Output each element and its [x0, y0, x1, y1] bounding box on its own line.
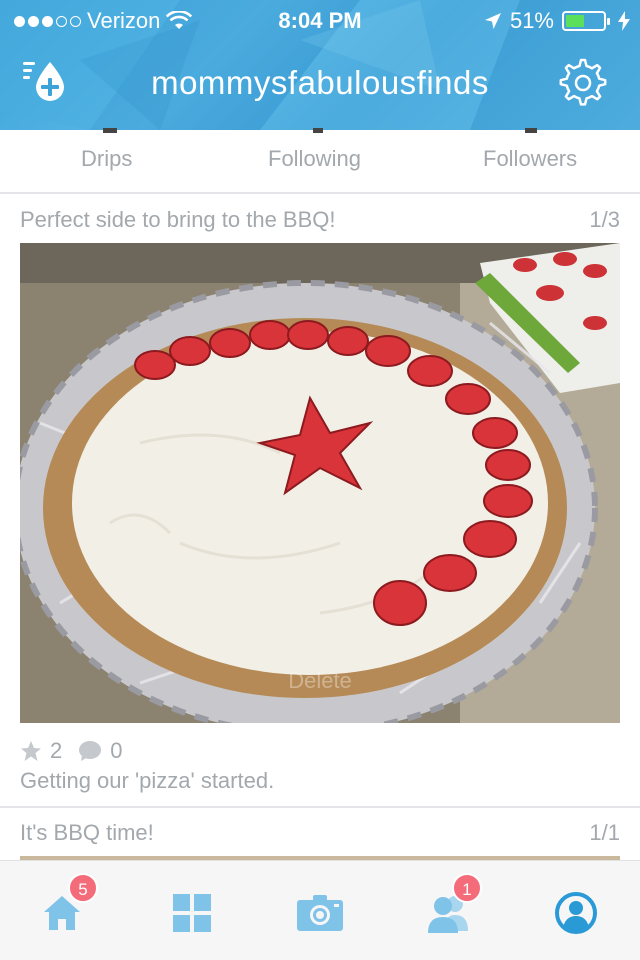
home-badge: 5	[68, 873, 98, 903]
profile-icon	[555, 892, 597, 934]
post-title: Perfect side to bring to the BBQ!	[20, 207, 336, 232]
settings-button[interactable]	[556, 56, 610, 110]
post-header-2: It's BBQ time! 1/1	[20, 820, 620, 846]
location-arrow-icon	[484, 13, 501, 29]
post-image-counter: 1/3	[589, 207, 620, 232]
status-right: 51%	[484, 8, 630, 34]
star-icon[interactable]	[20, 740, 42, 762]
post-image-counter-2: 1/1	[589, 820, 620, 845]
tab-followers[interactable]: Followers	[483, 146, 577, 172]
grid-icon	[173, 894, 211, 932]
tab-explore[interactable]	[162, 883, 222, 943]
nav-bar: mommysfabulousfinds	[0, 44, 640, 124]
post-header: Perfect side to bring to the BBQ! 1/3	[20, 207, 620, 233]
comment-count: 0	[110, 738, 123, 763]
tab-camera[interactable]	[290, 883, 350, 943]
battery-percent: 51%	[509, 8, 554, 33]
post-photo[interactable]: Delete	[20, 243, 620, 723]
comment-icon[interactable]	[78, 740, 102, 762]
tab-bar: 5 1	[0, 860, 640, 960]
camera-icon	[297, 895, 343, 931]
post-meta: 2 0	[20, 738, 123, 764]
tab-following[interactable]: Following	[268, 146, 361, 172]
post-caption: Getting our 'pizza' started.	[20, 768, 275, 793]
photo-overlay-label: Delete	[288, 668, 352, 693]
post-title-2: It's BBQ time!	[20, 820, 154, 845]
charging-bolt-icon	[618, 11, 630, 31]
page-title: mommysfabulousfinds	[151, 64, 489, 101]
fruit-pizza-photo: Delete	[20, 243, 620, 723]
gear-icon	[559, 58, 607, 106]
tab-drips[interactable]: Drips	[81, 146, 132, 172]
battery-icon	[562, 11, 610, 31]
tab-home[interactable]: 5	[32, 873, 98, 943]
app-header: Verizon 8:04 PM 51% mommysfabulousfinds	[0, 0, 640, 130]
status-bar: Verizon 8:04 PM 51%	[0, 0, 640, 40]
scrolled-counts-remnant	[0, 128, 640, 134]
star-count: 2	[50, 738, 63, 763]
tab-profile[interactable]	[546, 883, 606, 943]
post-divider	[0, 806, 640, 808]
profile-tabs: Drips Following Followers	[0, 128, 640, 194]
friends-badge: 1	[452, 873, 482, 903]
tab-friends[interactable]: 1	[418, 873, 482, 943]
